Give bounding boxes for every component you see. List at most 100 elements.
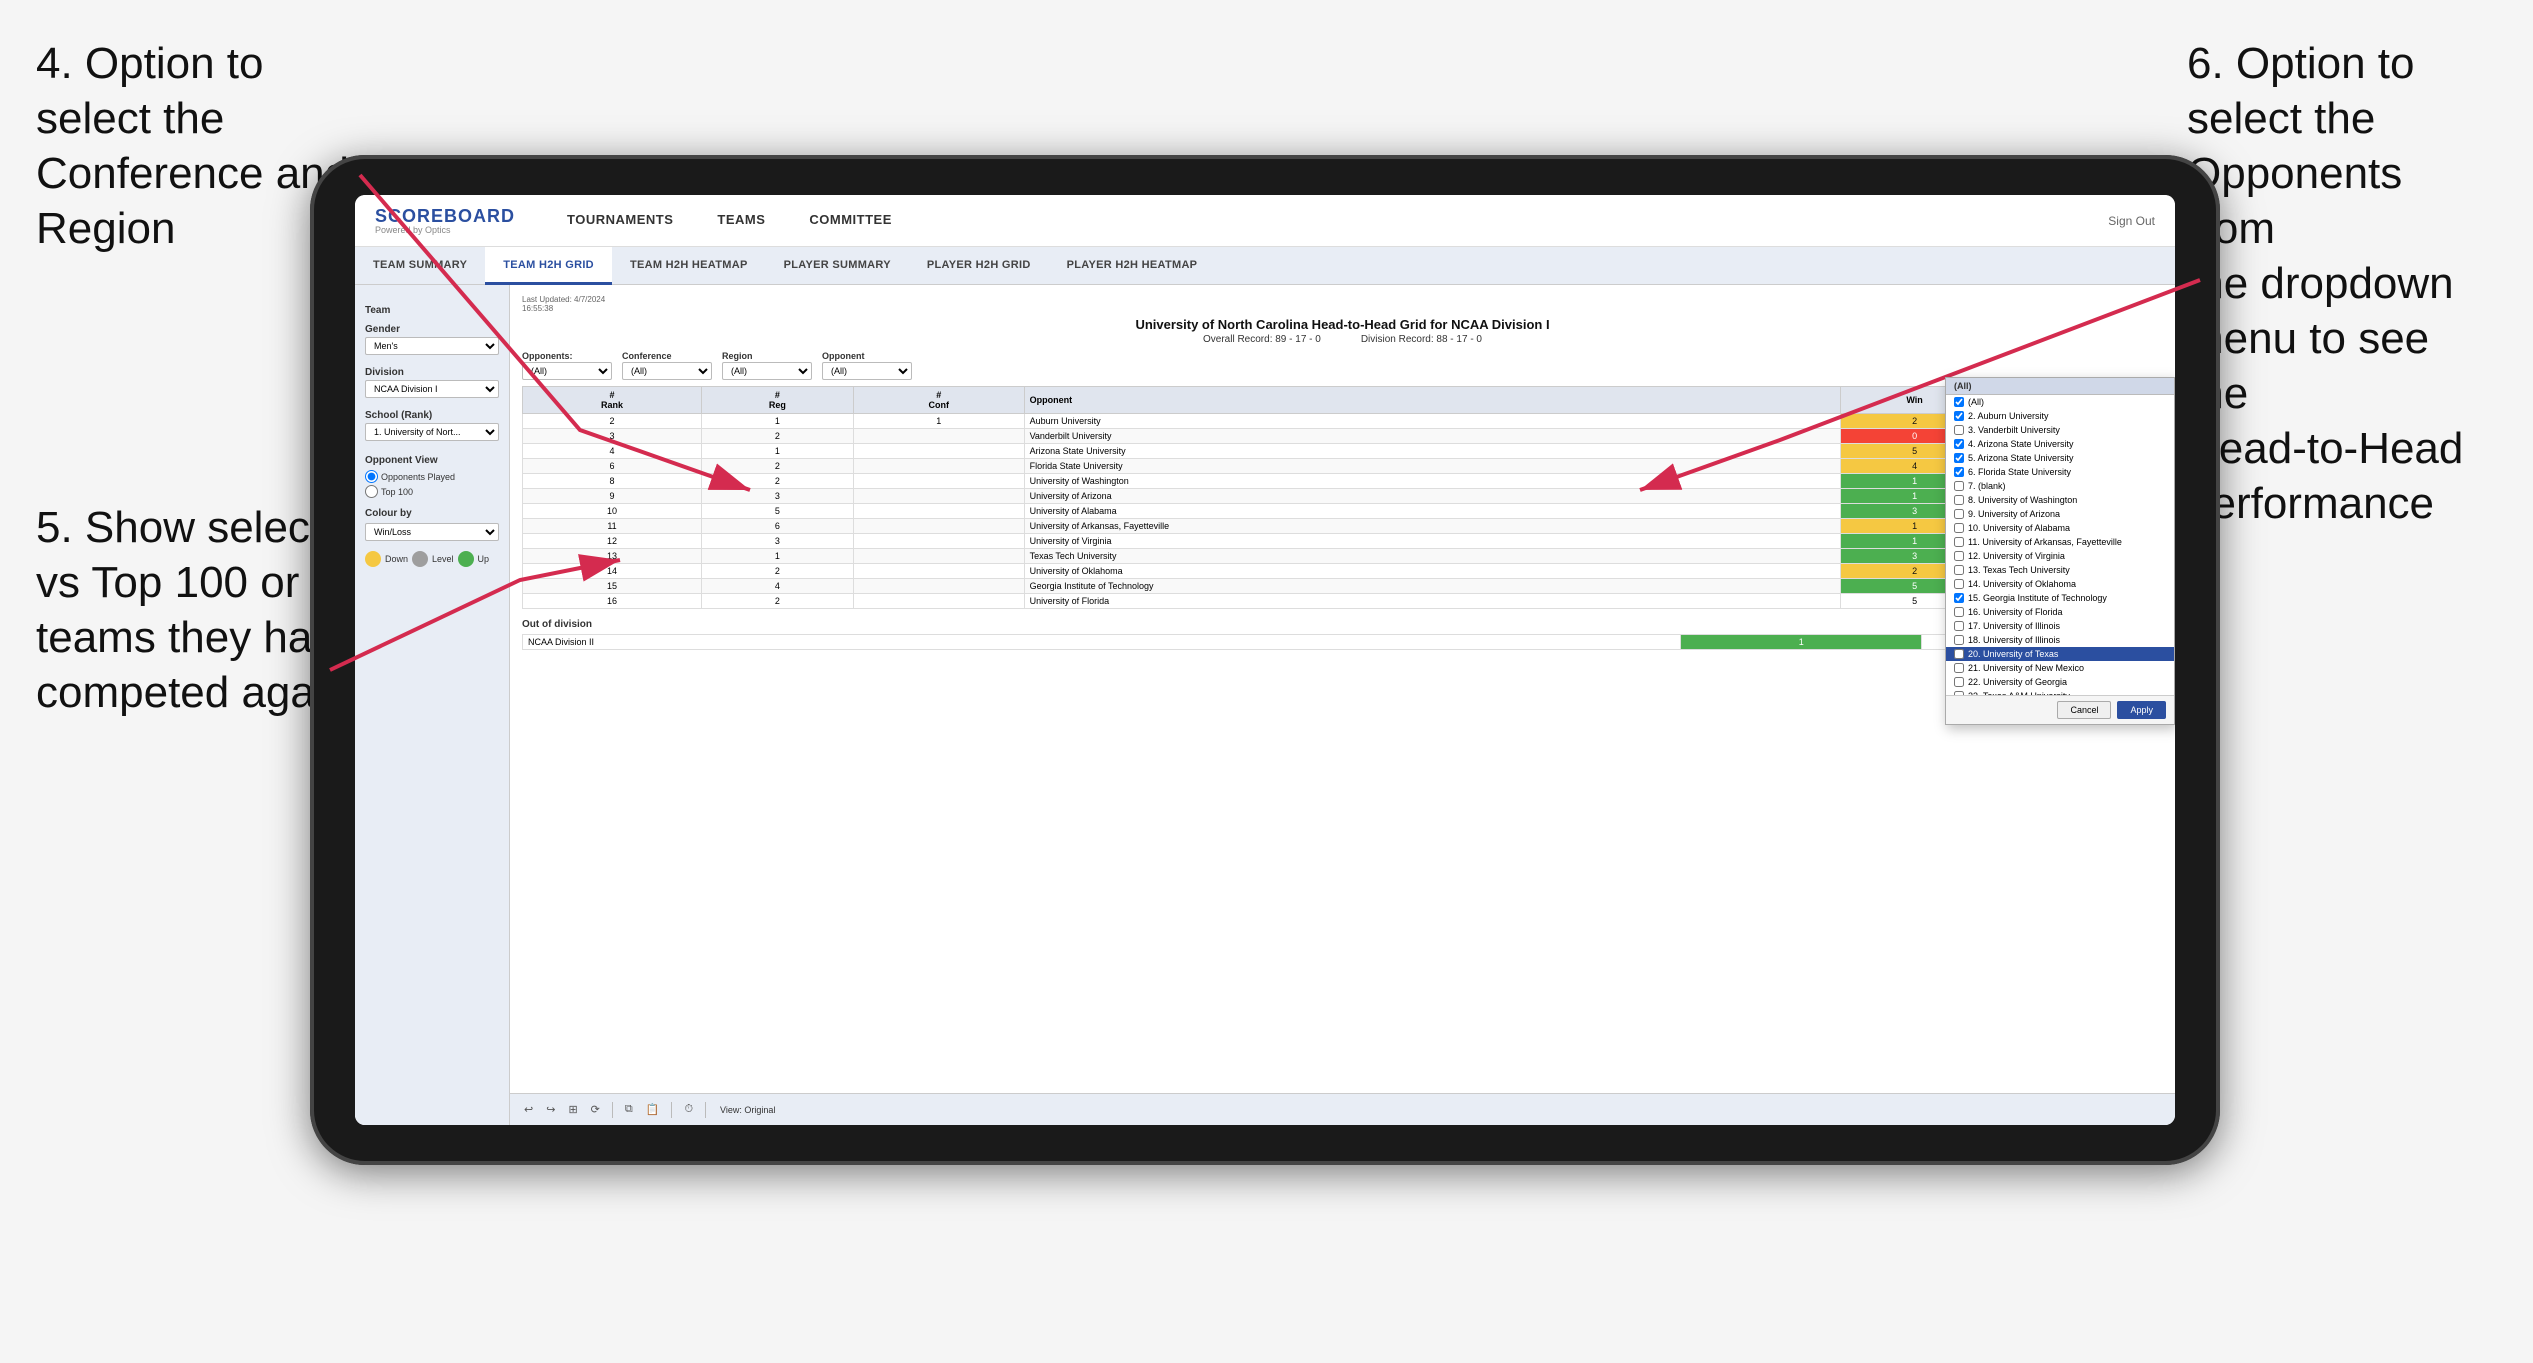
last-updated: Last Updated: 4/7/2024 16:55:38 [522,295,2163,313]
dropdown-item[interactable]: 8. University of Washington [1946,493,2174,507]
subnav-player-summary[interactable]: PLAYER SUMMARY [766,247,909,285]
td-conf [853,489,1024,504]
td-rank: 4 [523,444,702,459]
dropdown-item[interactable]: 18. University of Illinois [1946,633,2174,647]
report-title: University of North Carolina Head-to-Hea… [522,317,2163,332]
nav-committee[interactable]: COMMITTEE [787,195,914,247]
legend-level-label: Level [432,554,454,564]
td-opponent: University of Oklahoma [1024,564,1840,579]
td-reg: 1 [701,444,853,459]
table-row: 10 5 University of Alabama 3 0 [523,504,2163,519]
dropdown-item[interactable]: 4. Arizona State University [1946,437,2174,451]
td-rank: 3 [523,429,702,444]
filters-row: Opponents: (All) Conference (All) [522,351,2163,380]
td-reg: 5 [701,504,853,519]
toolbar-copy[interactable]: ⧉ [621,1101,637,1118]
table-row: 13 1 Texas Tech University 3 0 [523,549,2163,564]
td-reg: 2 [701,474,853,489]
td-reg: 6 [701,519,853,534]
td-reg: 1 [701,549,853,564]
dropdown-item[interactable]: 16. University of Florida [1946,605,2174,619]
td-opponent: Florida State University [1024,459,1840,474]
sidebar-gender-select[interactable]: Men's [365,337,499,355]
sidebar-opponent-view-label: Opponent View [365,455,499,466]
filter-conference-select[interactable]: (All) [622,362,712,380]
nav-items: TOURNAMENTS TEAMS COMMITTEE [545,195,2108,247]
table-row: NCAA Division II 1 0 [523,635,2163,650]
td-rank: 15 [523,579,702,594]
toolbar-redo[interactable]: ↪ [542,1101,559,1118]
td-conf: 1 [853,414,1024,429]
table-row: 16 2 University of Florida 5 1 [523,594,2163,609]
data-table: #Rank #Reg #Conf Opponent Win Loss 2 1 1… [522,386,2163,609]
dropdown-item[interactable]: 21. University of New Mexico [1946,661,2174,675]
dropdown-item[interactable]: 20. University of Texas [1946,647,2174,661]
dropdown-item[interactable]: 13. Texas Tech University [1946,563,2174,577]
table-row: 8 2 University of Washington 1 0 [523,474,2163,489]
toolbar-sep-3 [705,1102,706,1118]
toolbar-refresh[interactable]: ⟳ [587,1101,604,1118]
dropdown-item[interactable]: 12. University of Virginia [1946,549,2174,563]
filter-region-select[interactable]: (All) [722,362,812,380]
dropdown-item[interactable]: 5. Arizona State University [1946,451,2174,465]
filter-opponent-label: Opponent [822,351,912,361]
toolbar-paste[interactable]: 📋 [642,1101,664,1118]
nav-signout[interactable]: Sign Out [2108,214,2155,228]
table-row: 4 1 Arizona State University 5 1 [523,444,2163,459]
td-conf [853,594,1024,609]
legend-up-dot [458,551,474,567]
sidebar-division-select[interactable]: NCAA Division I [365,380,499,398]
td-conf [853,459,1024,474]
dropdown-item[interactable]: 14. University of Oklahoma [1946,577,2174,591]
td-conf [853,579,1024,594]
toolbar-undo[interactable]: ↩ [520,1101,537,1118]
legend: Down Level Up [365,551,499,567]
overall-record: Overall Record: 89 - 17 - 0 [1203,334,1321,345]
legend-up-label: Up [478,554,490,564]
report-area: Last Updated: 4/7/2024 16:55:38 Universi… [510,285,2175,1093]
subnav-team-h2h-grid[interactable]: TEAM H2H GRID [485,247,612,285]
nav-tournaments[interactable]: TOURNAMENTS [545,195,695,247]
td-rank: 8 [523,474,702,489]
dropdown-item[interactable]: 9. University of Arizona [1946,507,2174,521]
subnav-player-h2h-heatmap[interactable]: PLAYER H2H HEATMAP [1049,247,1216,285]
cancel-button[interactable]: Cancel [2057,701,2111,719]
dropdown-list[interactable]: (All) 2. Auburn University 3. Vanderbilt… [1946,395,2174,695]
toolbar-home[interactable]: ⊞ [564,1101,581,1118]
td-opponent: Arizona State University [1024,444,1840,459]
td-reg: 3 [701,534,853,549]
filter-opponent-select[interactable]: (All) [822,362,912,380]
sidebar-colour-by-select[interactable]: Win/Loss [365,523,499,541]
td-conf [853,444,1024,459]
right-panel: Last Updated: 4/7/2024 16:55:38 Universi… [510,285,2175,1125]
apply-button[interactable]: Apply [2117,701,2166,719]
table-row: 15 4 Georgia Institute of Technology 5 0 [523,579,2163,594]
subnav-player-h2h-grid[interactable]: PLAYER H2H GRID [909,247,1049,285]
td-reg: 4 [701,579,853,594]
toolbar-clock[interactable]: ⏱ [680,1101,697,1118]
annotation-top-right: 6. Option toselect theOpponents fromthe … [2187,36,2497,531]
nav-teams[interactable]: TEAMS [695,195,787,247]
dropdown-item[interactable]: 10. University of Alabama [1946,521,2174,535]
dropdown-item[interactable]: 7. (blank) [1946,479,2174,493]
radio-top-100[interactable]: Top 100 [365,485,499,498]
dropdown-item[interactable]: 17. University of Illinois [1946,619,2174,633]
subnav-team-summary[interactable]: TEAM SUMMARY [355,247,485,285]
dropdown-overlay[interactable]: (All) (All) 2. Auburn University 3. Vand… [1945,377,2175,725]
filter-opponents-select[interactable]: (All) [522,362,612,380]
dropdown-item[interactable]: 6. Florida State University [1946,465,2174,479]
td-conf [853,504,1024,519]
sidebar-school-select[interactable]: 1. University of Nort... [365,423,499,441]
dropdown-item[interactable]: (All) [1946,395,2174,409]
dropdown-item[interactable]: 11. University of Arkansas, Fayetteville [1946,535,2174,549]
td-reg: 2 [701,459,853,474]
sub-navbar: TEAM SUMMARY TEAM H2H GRID TEAM H2H HEAT… [355,247,2175,285]
subnav-team-h2h-heatmap[interactable]: TEAM H2H HEATMAP [612,247,766,285]
dropdown-item[interactable]: 15. Georgia Institute of Technology [1946,591,2174,605]
dropdown-item[interactable]: 22. University of Georgia [1946,675,2174,689]
radio-opponents-played[interactable]: Opponents Played [365,470,499,483]
dropdown-item[interactable]: 3. Vanderbilt University [1946,423,2174,437]
dropdown-item[interactable]: 2. Auburn University [1946,409,2174,423]
filter-region-label: Region [722,351,812,361]
td-rank: 16 [523,594,702,609]
